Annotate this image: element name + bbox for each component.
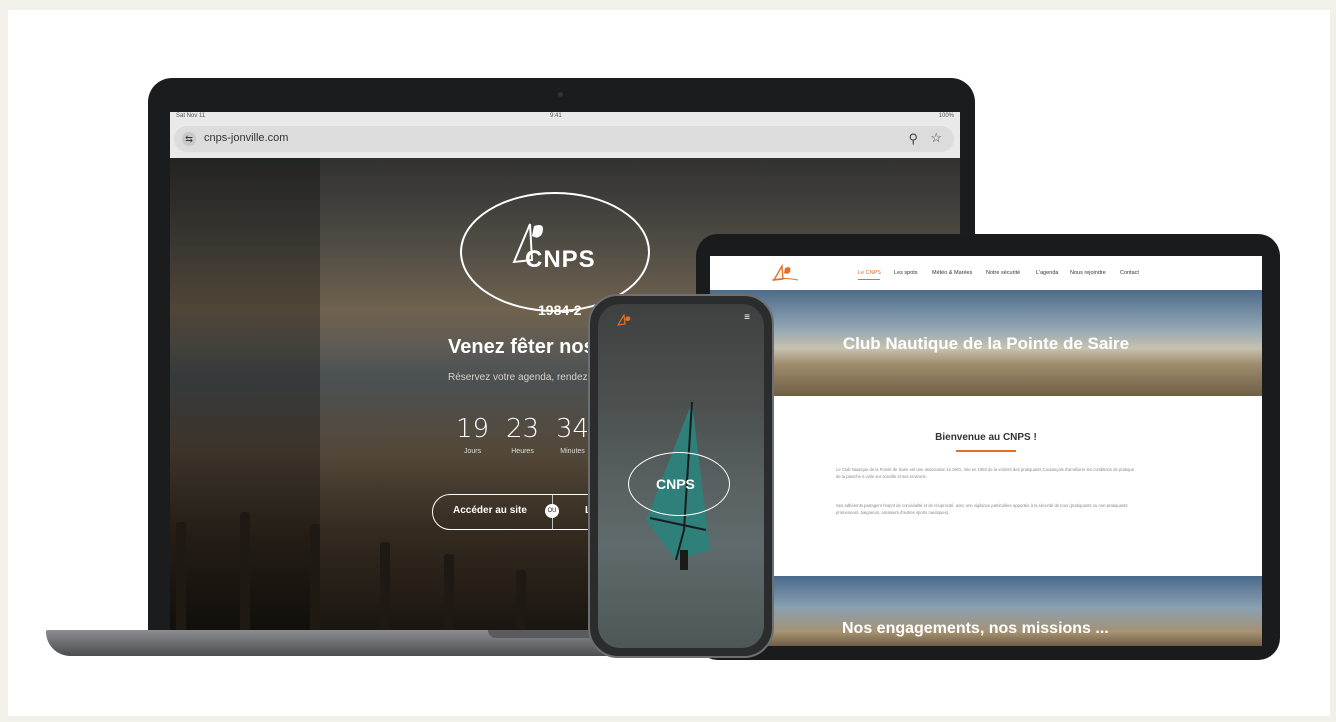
countdown-minutes-label: Minutes bbox=[560, 448, 585, 455]
countdown-days-label: Jours bbox=[463, 448, 482, 455]
countdown-days: 19 Jours bbox=[456, 414, 489, 455]
welcome-heading: Bienvenue au CNPS ! bbox=[935, 432, 1037, 443]
status-battery: 100% bbox=[938, 113, 954, 119]
countdown-hours-label: Heures bbox=[511, 448, 534, 455]
engagements-banner: Nos engagements, nos missions ... bbox=[710, 576, 1262, 646]
bookmark-star-icon[interactable]: ☆ bbox=[930, 130, 942, 146]
phone-logo-text: CNPS bbox=[656, 476, 695, 492]
access-site-button[interactable]: Accéder au site bbox=[453, 505, 527, 516]
address-bar[interactable]: ⇆ cnps-jonville.com ⚲ ☆ bbox=[174, 126, 954, 152]
countdown-days-value: 19 bbox=[456, 414, 490, 444]
countdown-minutes-value: 34 bbox=[556, 414, 590, 444]
anniversary-years: 1984-2 bbox=[538, 302, 582, 318]
engagements-title: Nos engagements, nos missions ... bbox=[842, 620, 1109, 637]
url-text[interactable]: cnps-jonville.com bbox=[204, 132, 288, 144]
countdown-minutes: 34 Minutes bbox=[556, 414, 589, 455]
fence-post bbox=[176, 522, 186, 632]
tablet-hero-banner: Club Nautique de la Pointe de Saire bbox=[710, 290, 1262, 396]
or-badge: OU bbox=[545, 504, 559, 518]
nav-meteo-marees[interactable]: Météo & Marées bbox=[932, 270, 972, 276]
cnps-logo-icon[interactable] bbox=[770, 264, 800, 282]
hero-title: Venez fêter nos bbox=[448, 336, 595, 358]
fence-post bbox=[380, 542, 390, 632]
tablet-screen: Le CNPS Les spots Météo & Marées Notre s… bbox=[710, 256, 1262, 646]
os-status-bar: Sat Nov 11 9:41 100% bbox=[170, 112, 960, 122]
nav-contact[interactable]: Contact bbox=[1120, 270, 1139, 276]
countdown-hours-value: 23 bbox=[506, 414, 540, 444]
status-time: 9:41 bbox=[550, 113, 562, 119]
logo-text: CNPS bbox=[525, 246, 596, 273]
status-date: Sat Nov 11 bbox=[176, 113, 206, 119]
nav-agenda[interactable]: L'agenda bbox=[1036, 270, 1058, 276]
nav-nous-rejoindre[interactable]: Nous rejoindre bbox=[1070, 270, 1106, 276]
nav-active-underline bbox=[858, 279, 880, 280]
nav-le-cnps[interactable]: Le CNPS bbox=[858, 270, 881, 276]
phone-mockup: ≡ CNPS bbox=[588, 294, 774, 658]
fence-post bbox=[240, 512, 250, 632]
hero-subtitle: Réservez votre agenda, rendez vo bbox=[448, 372, 601, 383]
phone-screen: ≡ CNPS bbox=[598, 304, 764, 648]
welcome-underline bbox=[956, 450, 1016, 452]
hamburger-menu-icon[interactable]: ≡ bbox=[744, 312, 750, 323]
search-icon[interactable]: ⚲ bbox=[908, 131, 918, 147]
fence-post bbox=[444, 554, 454, 632]
laptop-notch bbox=[488, 630, 598, 638]
site-settings-icon[interactable]: ⇆ bbox=[182, 132, 196, 146]
browser-toolbar: ⇆ cnps-jonville.com ⚲ ☆ bbox=[170, 122, 960, 158]
members-paragraph: Ses adhérents partagent l'esprit de conv… bbox=[836, 503, 1128, 515]
intro-paragraph: Le Club Nautique de la Pointe de Saire e… bbox=[836, 467, 1135, 479]
tablet-mockup: Le CNPS Les spots Météo & Marées Notre s… bbox=[696, 234, 1280, 660]
fence-post bbox=[516, 570, 526, 632]
site-navbar: Le CNPS Les spots Météo & Marées Notre s… bbox=[710, 256, 1262, 290]
tablet-hero-title: Club Nautique de la Pointe de Saire bbox=[842, 334, 1130, 353]
fence-post bbox=[310, 524, 320, 632]
laptop-camera bbox=[558, 92, 563, 97]
countdown-hours: 23 Heures bbox=[506, 414, 539, 455]
phone-logo-icon[interactable] bbox=[616, 314, 636, 326]
nav-les-spots[interactable]: Les spots bbox=[894, 270, 918, 276]
nav-notre-securite[interactable]: Notre sécurité bbox=[986, 270, 1020, 276]
